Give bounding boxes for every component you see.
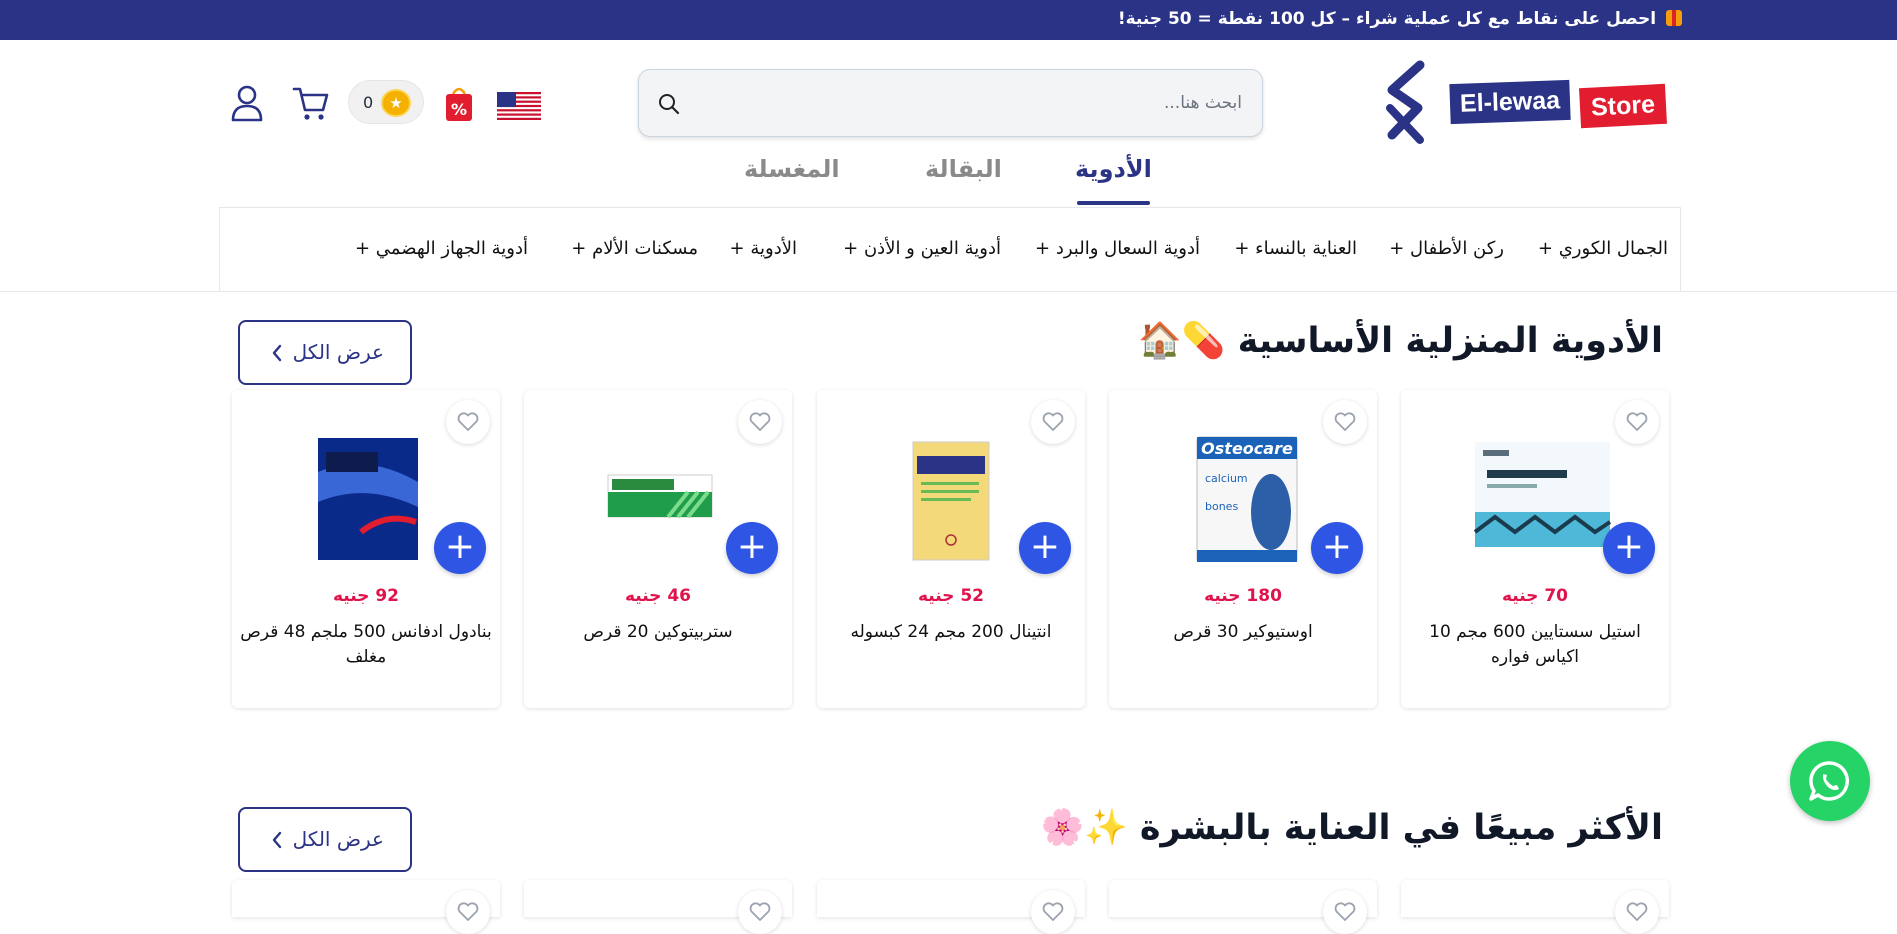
product-name[interactable]: استيل سستايين 600 مجم 10 اكياس فواره: [1409, 620, 1661, 670]
add-to-cart-button[interactable]: +: [1311, 522, 1363, 574]
main-tabs: المغسلة البقالة الأدوية: [740, 155, 1160, 205]
whatsapp-button[interactable]: [1790, 741, 1870, 821]
category-medicines[interactable]: الأدوية +: [730, 238, 797, 259]
product-price: 70 جنيه: [1501, 586, 1569, 606]
view-all-button[interactable]: عرض الكل: [238, 807, 412, 872]
category-digestive[interactable]: أدوية الجهاز الهضمي +: [355, 238, 528, 259]
points-pill[interactable]: 0 ★: [348, 80, 424, 124]
wishlist-button[interactable]: [446, 890, 490, 934]
heart-icon: [749, 412, 771, 431]
product-card[interactable]: [1401, 880, 1669, 934]
tab-grocery[interactable]: البقالة: [925, 155, 1002, 183]
heart-icon: [1042, 902, 1064, 921]
cart-icon[interactable]: [292, 84, 330, 122]
chevron-left-icon: [272, 344, 282, 362]
view-all-label: عرض الكل: [292, 827, 384, 851]
category-painkillers[interactable]: مسكنات الألام +: [571, 238, 698, 259]
heart-icon: [1626, 902, 1648, 921]
promo-message: احصل على نقاط مع كل عملية شراء – كل 100 …: [1117, 9, 1657, 29]
add-to-cart-button[interactable]: +: [726, 522, 778, 574]
wishlist-button[interactable]: [1031, 400, 1075, 444]
wishlist-button[interactable]: [446, 400, 490, 444]
svg-text:Osteocare: Osteocare: [1201, 439, 1293, 458]
promo-text: احصل على نقاط مع كل عملية شراء – كل 100 …: [1118, 9, 1682, 29]
category-eye-ear[interactable]: أدوية العين و الأذن +: [843, 238, 1001, 259]
svg-text:calcium: calcium: [1205, 472, 1248, 485]
brand-store-tag: Store: [1579, 83, 1667, 129]
product-card[interactable]: + 92 جنيه بنادول ادفانس 500 ملجم 48 قرص …: [232, 390, 500, 708]
product-name[interactable]: ستربيتوكين 20 قرص: [532, 620, 784, 645]
search-box: [638, 69, 1263, 137]
svg-text:bones: bones: [1205, 500, 1238, 513]
brand-name: El-lewaa: [1449, 79, 1571, 125]
product-price: 92 جنيه: [332, 586, 400, 606]
gift-icon: [1666, 10, 1682, 26]
section-title-home-medicines: الأدوية المنزلية الأساسية 💊🏠: [1138, 321, 1663, 361]
whatsapp-icon: [1809, 761, 1850, 801]
category-korean-beauty[interactable]: الجمال الكوري +: [1538, 238, 1668, 259]
product-price: 46 جنيه: [624, 586, 692, 606]
wishlist-button[interactable]: [738, 400, 782, 444]
product-card[interactable]: [1109, 880, 1377, 934]
product-card[interactable]: [817, 880, 1085, 934]
site-header: El-lewaa Store % 0 ★ المغسلة البقالة: [0, 40, 1897, 292]
product-name[interactable]: بنادول ادفانس 500 ملجم 48 قرص مغلف: [240, 620, 492, 670]
category-women-care[interactable]: العناية بالنساء +: [1234, 238, 1357, 259]
wishlist-button[interactable]: [1615, 400, 1659, 444]
heart-icon: [457, 412, 479, 431]
search-input[interactable]: [722, 88, 1242, 118]
wishlist-button[interactable]: [1323, 400, 1367, 444]
category-bar: الجمال الكوري + ركن الأطفال + العناية با…: [219, 207, 1681, 292]
tab-laundry[interactable]: المغسلة: [744, 155, 840, 183]
product-card[interactable]: + 46 جنيه ستربيتوكين 20 قرص: [524, 390, 792, 708]
user-icon[interactable]: [230, 84, 264, 122]
heart-icon: [749, 902, 771, 921]
store-logo[interactable]: El-lewaa Store: [1380, 60, 1670, 150]
product-card[interactable]: [524, 880, 792, 934]
points-count: 0: [363, 93, 374, 112]
wishlist-button[interactable]: [1031, 890, 1075, 934]
category-kids-corner[interactable]: ركن الأطفال +: [1389, 238, 1504, 259]
product-card[interactable]: + 70 جنيه استيل سستايين 600 مجم 10 اكياس…: [1401, 390, 1669, 708]
heart-icon: [1042, 412, 1064, 431]
points-coin-icon: ★: [381, 89, 411, 117]
chevron-left-icon: [272, 831, 282, 849]
product-price: 180 جنيه: [1204, 586, 1282, 606]
view-all-label: عرض الكل: [292, 340, 384, 364]
wishlist-button[interactable]: [1323, 890, 1367, 934]
category-cough-cold[interactable]: أدوية السعال والبرد +: [1035, 238, 1200, 259]
heart-icon: [1334, 902, 1356, 921]
product-name[interactable]: انتينال 200 مجم 24 كبسوله: [825, 620, 1077, 645]
wishlist-button[interactable]: [738, 890, 782, 934]
view-all-button[interactable]: عرض الكل: [238, 320, 412, 385]
product-name[interactable]: اوستيوكير 30 قرص: [1117, 620, 1369, 645]
heart-icon: [1334, 412, 1356, 431]
add-to-cart-button[interactable]: +: [1603, 522, 1655, 574]
svg-text:%: %: [451, 100, 467, 119]
product-card[interactable]: Osteocare calcium bones + 180 جنيه اوستي…: [1109, 390, 1377, 708]
search-icon[interactable]: [657, 92, 681, 116]
heart-icon: [457, 902, 479, 921]
wishlist-button[interactable]: [1615, 890, 1659, 934]
add-to-cart-button[interactable]: +: [434, 522, 486, 574]
product-price: 52 جنيه: [917, 586, 985, 606]
offers-bag-icon[interactable]: %: [444, 84, 474, 122]
tab-medicines[interactable]: الأدوية: [1075, 155, 1152, 205]
product-card[interactable]: + 52 جنيه انتينال 200 مجم 24 كبسوله: [817, 390, 1085, 708]
us-flag-icon[interactable]: [497, 92, 541, 120]
promo-bar: احصل على نقاط مع كل عملية شراء – كل 100 …: [0, 0, 1897, 40]
add-to-cart-button[interactable]: +: [1019, 522, 1071, 574]
section-title-skincare-bestsellers: الأكثر مبيعًا في العناية بالبشرة ✨🌸: [1040, 808, 1663, 848]
product-card[interactable]: [232, 880, 500, 934]
s-logo-icon: [1386, 60, 1425, 144]
heart-icon: [1626, 412, 1648, 431]
